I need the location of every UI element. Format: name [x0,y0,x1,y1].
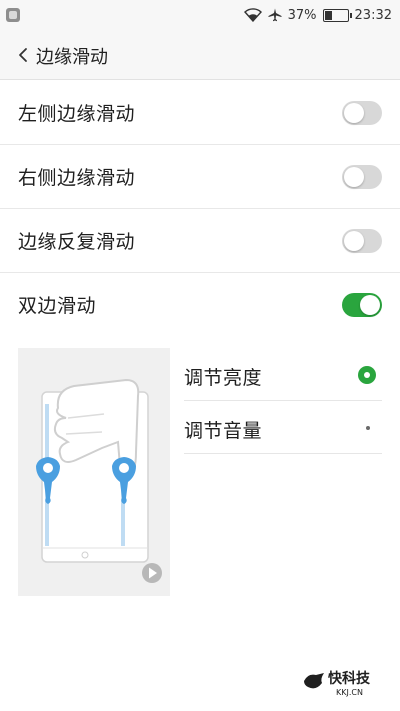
svg-text:快科技: 快科技 [328,670,371,687]
left-edge-toggle[interactable] [342,101,382,125]
setting-row-left-edge[interactable]: 左侧边缘滑动 [0,81,400,145]
back-arrow-icon[interactable] [10,42,36,68]
option-label: 调节亮度 [184,367,263,389]
airplane-icon [268,8,282,22]
toggle-knob [344,231,364,251]
wifi-icon [243,8,262,22]
notification-app-icon [6,8,20,22]
setting-label: 右侧边缘滑动 [18,167,136,189]
status-bar-right: 37% 23:32 [243,0,392,30]
toggle-knob [344,103,364,123]
gesture-illustration-graphic [36,378,162,583]
battery-percent: 37% [287,7,317,23]
double-side-options: 调节亮度 调节音量 [184,348,382,454]
status-bar: 37% 23:32 [0,0,400,30]
page-title: 边缘滑动 [36,47,108,68]
setting-label: 边缘反复滑动 [18,231,136,253]
option-label: 调节音量 [184,420,263,442]
double-side-toggle[interactable] [342,293,382,317]
repeat-edge-toggle[interactable] [342,229,382,253]
watermark-logo: 快科技 KKJ.CN [304,670,371,697]
gesture-illustration [18,348,170,596]
toggle-knob [344,167,364,187]
setting-label: 双边滑动 [18,295,97,317]
setting-label: 左侧边缘滑动 [18,103,136,125]
radio-unselected-icon[interactable] [366,426,370,430]
radio-selected-icon[interactable] [358,366,376,384]
title-bar: 边缘滑动 [0,30,400,80]
option-brightness[interactable]: 调节亮度 [184,348,382,401]
battery-level [324,10,333,20]
svg-text:KKJ.CN: KKJ.CN [336,688,363,697]
battery-icon [322,8,352,22]
setting-row-double-side[interactable]: 双边滑动 [0,273,400,337]
clock-time: 23:32 [354,7,392,23]
option-volume[interactable]: 调节音量 [184,401,382,454]
right-edge-toggle[interactable] [342,165,382,189]
toggle-knob [360,295,380,315]
setting-row-right-edge[interactable]: 右侧边缘滑动 [0,145,400,209]
setting-row-repeat-edge[interactable]: 边缘反复滑动 [0,209,400,273]
